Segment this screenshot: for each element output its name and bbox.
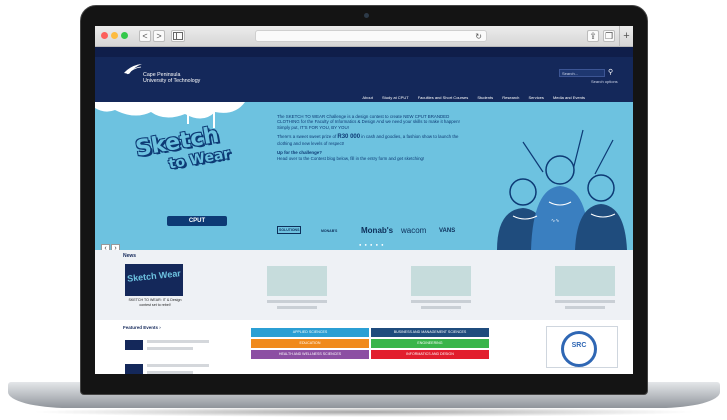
new-tab-button[interactable]: + bbox=[619, 26, 633, 47]
maximize-window-button[interactable] bbox=[121, 32, 128, 39]
logo-text[interactable]: Cape Peninsula University of Technology bbox=[143, 72, 200, 84]
nav-students[interactable]: Students bbox=[477, 95, 493, 100]
news-placeholder-line bbox=[421, 306, 461, 309]
sponsor-vans: VANS bbox=[439, 228, 456, 234]
lower-section: Featured Events › APPLIED SCIENCES BUSIN… bbox=[95, 320, 633, 374]
browser-toolbar: < > ↻ ⇪ ❐ + bbox=[95, 26, 633, 47]
event-title-line bbox=[147, 340, 209, 343]
search-input[interactable]: Search... bbox=[559, 69, 605, 77]
news-heading[interactable]: News bbox=[123, 253, 136, 259]
nav-research[interactable]: Research bbox=[502, 95, 519, 100]
news-caption[interactable]: SKETCH TO WEAR: IT & Design contest set … bbox=[123, 298, 187, 308]
news-placeholder-image bbox=[411, 266, 471, 296]
news-section: News Sketch Wear SKETCH TO WEAR: IT & De… bbox=[95, 250, 633, 320]
news-placeholder-line bbox=[277, 306, 317, 309]
hero-paragraph-3: Up for the challenge? bbox=[277, 150, 322, 156]
site-header: Cape Peninsula University of Technology … bbox=[95, 57, 633, 102]
forward-button[interactable]: > bbox=[153, 30, 165, 42]
logo-line-2: University of Technology bbox=[143, 78, 201, 84]
hero-text: The SKETCH TO WEAR Challenge is a design… bbox=[277, 114, 473, 166]
news-thumbnail-art: Sketch Wear bbox=[126, 268, 182, 284]
news-thumbnail[interactable]: Sketch Wear bbox=[125, 264, 183, 296]
category-health[interactable]: HEALTH AND WELLNESS SCIENCES bbox=[251, 350, 369, 359]
laptop-shadow bbox=[30, 407, 698, 417]
event-date-box[interactable] bbox=[125, 340, 143, 350]
featured-events-heading[interactable]: Featured Events › bbox=[123, 325, 161, 330]
news-placeholder-image bbox=[555, 266, 615, 296]
news-placeholder-line bbox=[267, 300, 327, 303]
share-icon[interactable]: ⇪ bbox=[587, 30, 599, 42]
reload-icon[interactable]: ↻ bbox=[475, 31, 482, 42]
news-placeholder-line bbox=[555, 300, 615, 303]
cput-banner: CPUT bbox=[167, 216, 227, 226]
prize-amount: R30 000 bbox=[337, 134, 361, 141]
category-business[interactable]: BUSINESS AND MANAGEMENT SCIENCES bbox=[371, 328, 489, 337]
featured-events-label: Featured Events bbox=[123, 325, 159, 330]
cput-logo-icon[interactable] bbox=[123, 63, 143, 75]
slider-arrows: ‹ › bbox=[101, 237, 121, 250]
event-title-line bbox=[147, 347, 193, 350]
nav-faculties[interactable]: Faculties and Short Courses bbox=[418, 95, 468, 100]
close-window-button[interactable] bbox=[101, 32, 108, 39]
chevron-right-icon: › bbox=[159, 325, 161, 330]
main-nav: About Study at CPUT Faculties and Short … bbox=[354, 95, 585, 100]
utility-nav: Library Staff Search Contact Blogs Mobil… bbox=[95, 47, 633, 61]
nav-services[interactable]: Services bbox=[529, 95, 544, 100]
hero-paragraph-4: Head over to the Contest blog below, fil… bbox=[277, 156, 425, 162]
sidebar-icon[interactable] bbox=[171, 30, 185, 42]
back-button[interactable]: < bbox=[139, 30, 151, 42]
hero-paragraph-1: The SKETCH TO WEAR Challenge is a design… bbox=[277, 114, 460, 130]
category-engineering[interactable]: ENGINEERING bbox=[371, 339, 489, 348]
nav-study[interactable]: Study at CPUT bbox=[382, 95, 409, 100]
category-education[interactable]: EDUCATION bbox=[251, 339, 369, 348]
category-applied-sciences[interactable]: APPLIED SCIENCES bbox=[251, 328, 369, 337]
sponsor-wacom: wacom bbox=[401, 226, 427, 235]
category-informatics[interactable]: INFORMATICS AND DESIGN bbox=[371, 350, 489, 359]
src-logo-icon: SRC bbox=[561, 331, 597, 367]
nav-about[interactable]: About bbox=[362, 95, 372, 100]
students-illustration: ∿∿ bbox=[497, 129, 627, 250]
slider-dots[interactable]: ● ● ● ● ● bbox=[359, 242, 385, 247]
src-badge-text: SRC bbox=[571, 342, 587, 349]
camera-icon bbox=[364, 13, 369, 18]
sponsor-2: MONAB'S bbox=[321, 229, 338, 233]
sponsor-1: SOLUTIONS bbox=[277, 226, 302, 234]
src-banner[interactable]: SRC bbox=[546, 326, 618, 368]
address-bar[interactable]: ↻ bbox=[255, 30, 487, 42]
hero-paragraph-2: There's a sweet sweet prize of R30 000 i… bbox=[277, 134, 473, 146]
svg-text:∿∿: ∿∿ bbox=[551, 218, 559, 224]
event-date-box[interactable] bbox=[125, 364, 143, 374]
event-title-line bbox=[147, 371, 193, 374]
news-placeholder-line bbox=[411, 300, 471, 303]
news-placeholder-line bbox=[565, 306, 605, 309]
news-placeholder-image bbox=[267, 266, 327, 296]
screen: < > ↻ ⇪ ❐ + Library Staff Search Contact… bbox=[95, 26, 633, 374]
hero-banner[interactable]: Sketch to Wear CPUT The SKETCH TO WEAR C… bbox=[95, 102, 633, 250]
prize-text-a: There's a sweet sweet prize of bbox=[277, 134, 338, 140]
tabs-icon[interactable]: ❐ bbox=[603, 30, 615, 42]
event-title-line bbox=[147, 364, 209, 367]
search-icon[interactable]: ⚲ bbox=[608, 68, 613, 76]
sponsor-monabs: Monab's bbox=[361, 226, 394, 235]
nav-media[interactable]: Media and Events bbox=[553, 95, 585, 100]
search-options-link[interactable]: Search options bbox=[591, 79, 618, 84]
search-placeholder: Search... bbox=[562, 71, 579, 76]
laptop-frame: < > ↻ ⇪ ❐ + Library Staff Search Contact… bbox=[0, 0, 727, 420]
paint-splash-icon bbox=[95, 102, 245, 128]
minimize-window-button[interactable] bbox=[111, 32, 118, 39]
